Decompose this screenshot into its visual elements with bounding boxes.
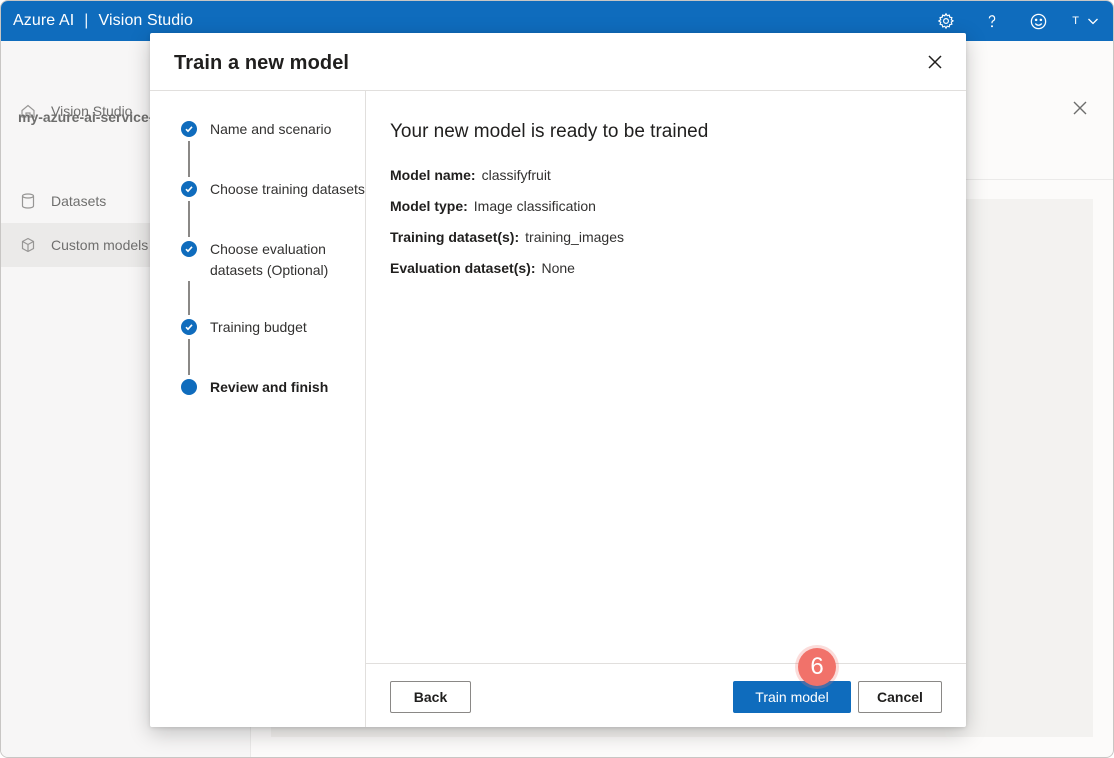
step-connector <box>188 201 190 237</box>
back-button[interactable]: Back <box>390 681 471 713</box>
step-label: Review and finish <box>210 379 329 395</box>
train-model-dialog: Train a new model Name and scenario Choo… <box>150 33 966 727</box>
brand[interactable]: Azure AI | Vision Studio <box>13 12 193 30</box>
cancel-button[interactable]: Cancel <box>858 681 942 713</box>
help-icon[interactable] <box>980 9 1004 33</box>
checkmark-icon <box>181 319 197 335</box>
review-content: Your new model is ready to be trained Mo… <box>366 91 966 664</box>
summary-evaluation-datasets: Evaluation dataset(s): None <box>390 260 575 276</box>
brand-separator: | <box>84 12 89 29</box>
wizard-stepper: Name and scenario Choose training datase… <box>150 91 366 727</box>
step-label: Choose training datasets <box>210 181 365 197</box>
product-name: Vision Studio <box>98 12 193 29</box>
step-name-and-scenario[interactable]: Name and scenario <box>181 119 370 140</box>
current-step-dot-icon <box>181 379 197 395</box>
summary-value: Image classification <box>473 198 596 214</box>
dialog-footer: Back Train model Cancel <box>366 663 966 727</box>
summary-model-name: Model name: classifyfruit <box>390 167 551 183</box>
step-label: Training budget <box>210 319 307 335</box>
brand-name: Azure AI <box>13 12 75 29</box>
user-menu[interactable]: T <box>1072 15 1099 27</box>
step-label: Choose evaluation datasets (Optional) <box>210 241 329 278</box>
step-callout-badge: 6 <box>798 648 836 686</box>
step-connector <box>188 141 190 177</box>
review-heading: Your new model is ready to be trained <box>390 121 709 142</box>
step-connector <box>188 281 190 315</box>
dialog-header: Train a new model <box>150 33 966 91</box>
summary-value: training_images <box>525 229 624 245</box>
step-training-datasets[interactable]: Choose training datasets <box>181 179 370 200</box>
step-review-and-finish[interactable]: Review and finish <box>181 377 370 398</box>
summary-key: Model name: <box>390 167 476 183</box>
checkmark-icon <box>181 181 197 197</box>
chevron-down-icon <box>1088 18 1098 25</box>
checkmark-icon <box>181 121 197 137</box>
step-evaluation-datasets[interactable]: Choose evaluation datasets (Optional) <box>181 239 345 281</box>
dialog-title: Train a new model <box>174 52 350 74</box>
summary-key: Evaluation dataset(s): <box>390 260 536 276</box>
summary-key: Training dataset(s): <box>390 229 520 245</box>
gear-icon[interactable] <box>934 9 958 33</box>
checkmark-icon <box>181 241 197 257</box>
summary-value: classifyfruit <box>481 167 551 183</box>
step-connector <box>188 339 190 375</box>
train-model-button[interactable]: Train model <box>733 681 851 713</box>
summary-value: None <box>541 260 575 276</box>
step-training-budget[interactable]: Training budget <box>181 317 370 338</box>
feedback-smiley-icon[interactable] <box>1026 9 1050 33</box>
app-window: Azure AI | Vision Studio T Vision Studio… <box>0 0 1114 758</box>
user-initial: T <box>1072 15 1079 27</box>
step-label: Name and scenario <box>210 121 332 137</box>
summary-model-type: Model type: Image classification <box>390 198 596 214</box>
summary-key: Model type: <box>390 198 468 214</box>
close-icon[interactable] <box>926 53 944 71</box>
summary-training-datasets: Training dataset(s): training_images <box>390 229 624 245</box>
